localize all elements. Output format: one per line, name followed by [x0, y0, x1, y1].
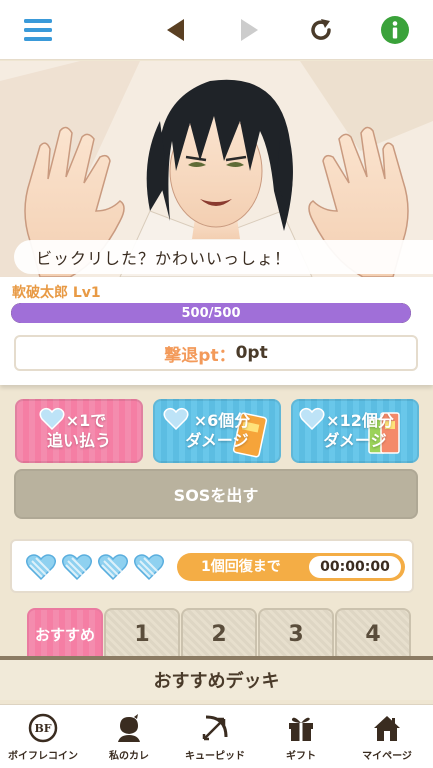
damage6-line1: ×6個分	[193, 411, 251, 430]
deck-header: おすすめデッキ	[0, 660, 433, 700]
nav-my-page[interactable]: マイページ	[344, 705, 430, 768]
nav-label: ギフト	[286, 751, 316, 762]
chase-line2: 追い払う	[46, 431, 111, 450]
stamina-heart-icon	[26, 554, 56, 581]
repel-points-label: 撃退pt：	[164, 345, 236, 366]
hp-bar: 500/500	[11, 303, 411, 323]
bf-coin-icon: BF	[28, 713, 58, 743]
nav-label: 私のカレ	[109, 751, 149, 762]
top-bar	[0, 0, 433, 60]
hamburger-menu-icon[interactable]	[20, 12, 56, 48]
home-icon	[374, 716, 400, 741]
reload-icon[interactable]	[303, 12, 339, 48]
recover-timer: 1個回復まで 00:00:00	[177, 553, 405, 581]
tab-deck-2[interactable]: 2	[181, 608, 257, 658]
svg-text:BF: BF	[34, 722, 51, 735]
stamina-heart-icon	[134, 554, 164, 581]
info-icon[interactable]	[377, 12, 413, 48]
damage12-line2: ダメージ	[323, 431, 387, 450]
damage-12-button[interactable]: ×12個分 ダメージ	[291, 399, 419, 463]
hp-text: 500/500	[181, 305, 241, 321]
nav-label: ボイフレコイン	[8, 751, 78, 762]
tab-deck-1[interactable]: 1	[104, 608, 180, 658]
blue-heart-icon	[163, 407, 189, 431]
stamina-heart-icon	[98, 554, 128, 581]
tab-deck-3[interactable]: 3	[258, 608, 334, 658]
boyfriend-icon	[118, 714, 140, 742]
stamina-heart-icon	[62, 554, 92, 581]
blue-heart-icon	[299, 407, 325, 431]
nav-label: マイページ	[362, 751, 412, 762]
status-panel: 軟破太郎 Lv1 500/500 撃退pt： 0pt	[0, 277, 433, 385]
hearts-panel: 1個回復まで 00:00:00	[10, 539, 414, 593]
repel-points-box: 撃退pt： 0pt	[14, 335, 418, 371]
damage6-line2: ダメージ	[185, 431, 249, 450]
damage-6-button[interactable]: ×6個分 ダメージ	[153, 399, 281, 463]
nav-my-boyfriend[interactable]: 私のカレ	[86, 705, 172, 768]
blue-heart-icon	[39, 407, 65, 431]
recover-time: 00:00:00	[309, 556, 401, 578]
nav-label: キューピッド	[185, 751, 245, 762]
character-name: 軟破太郎 Lv1	[12, 285, 101, 301]
nav-boyfriend-coin[interactable]: BF ボイフレコイン	[0, 705, 86, 768]
back-triangle-icon[interactable]	[158, 12, 194, 48]
forward-triangle-icon[interactable]	[231, 12, 267, 48]
repel-points-value: 0pt	[235, 343, 268, 363]
damage12-line1: ×12個分	[326, 411, 394, 430]
nav-gift[interactable]: ギフト	[258, 705, 344, 768]
gift-icon	[289, 717, 313, 741]
bottom-nav: BF ボイフレコイン 私のカレ キューピッド ギフト マイページ	[0, 704, 433, 768]
cupid-bow-icon	[202, 715, 228, 741]
speech-bubble: ビックリした？かわいいっしょ！	[14, 240, 433, 274]
tab-recommended[interactable]: おすすめ	[27, 608, 103, 658]
tab-deck-4[interactable]: 4	[335, 608, 411, 658]
chase-away-button[interactable]: ×1で 追い払う	[15, 399, 143, 463]
recover-label: 1個回復まで	[201, 559, 281, 575]
nav-cupid[interactable]: キューピッド	[172, 705, 258, 768]
sos-button[interactable]: SOSを出す	[14, 469, 418, 519]
